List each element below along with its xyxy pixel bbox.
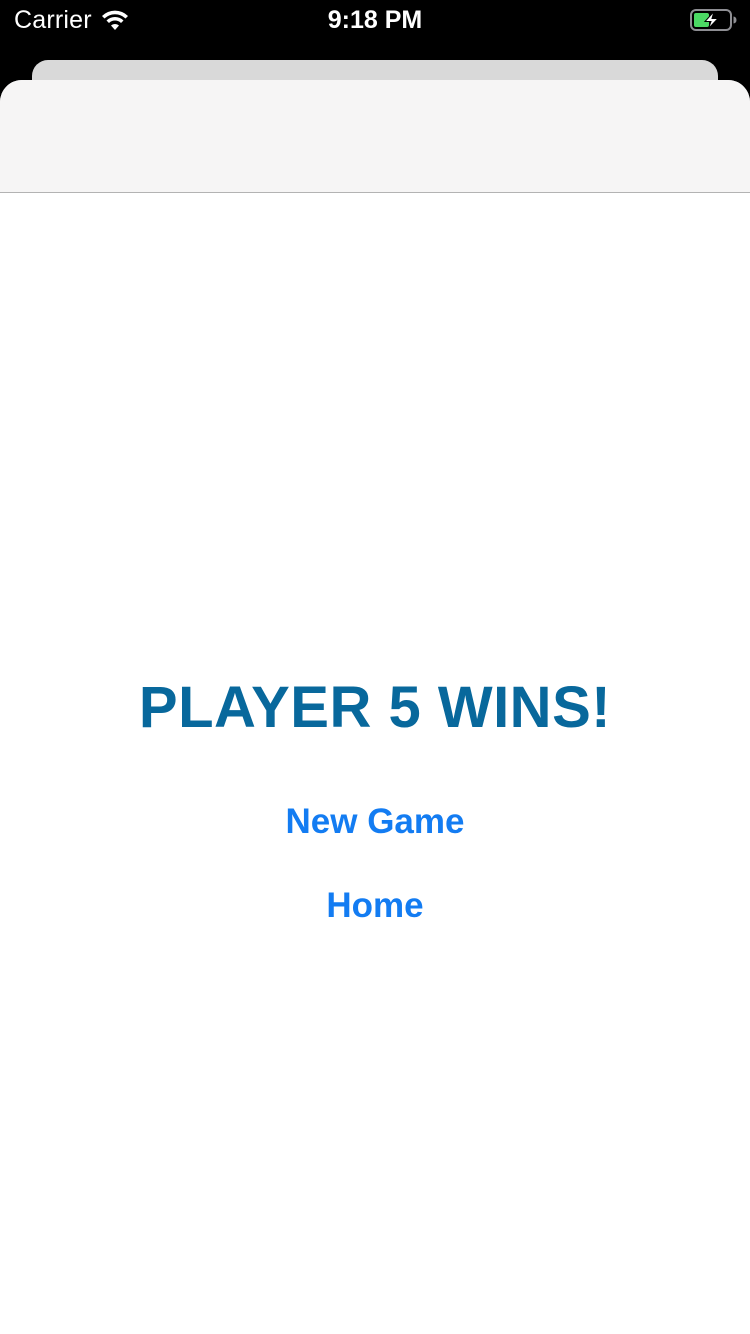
status-bar: Carrier 9:18 PM — [0, 0, 750, 40]
winner-title: PLAYER 5 WINS! — [138, 675, 612, 740]
battery-charging-icon — [690, 9, 737, 31]
home-button[interactable]: Home — [0, 884, 750, 928]
status-time: 9:18 PM — [327, 6, 423, 34]
navigation-bar — [0, 80, 750, 193]
modal-sheet: PLAYER 5 WINS! New Game Home — [0, 80, 750, 1334]
new-game-button[interactable]: New Game — [0, 800, 750, 844]
screen: Carrier 9:18 PM PLAYER 5 WINS! New Game … — [0, 0, 750, 1334]
